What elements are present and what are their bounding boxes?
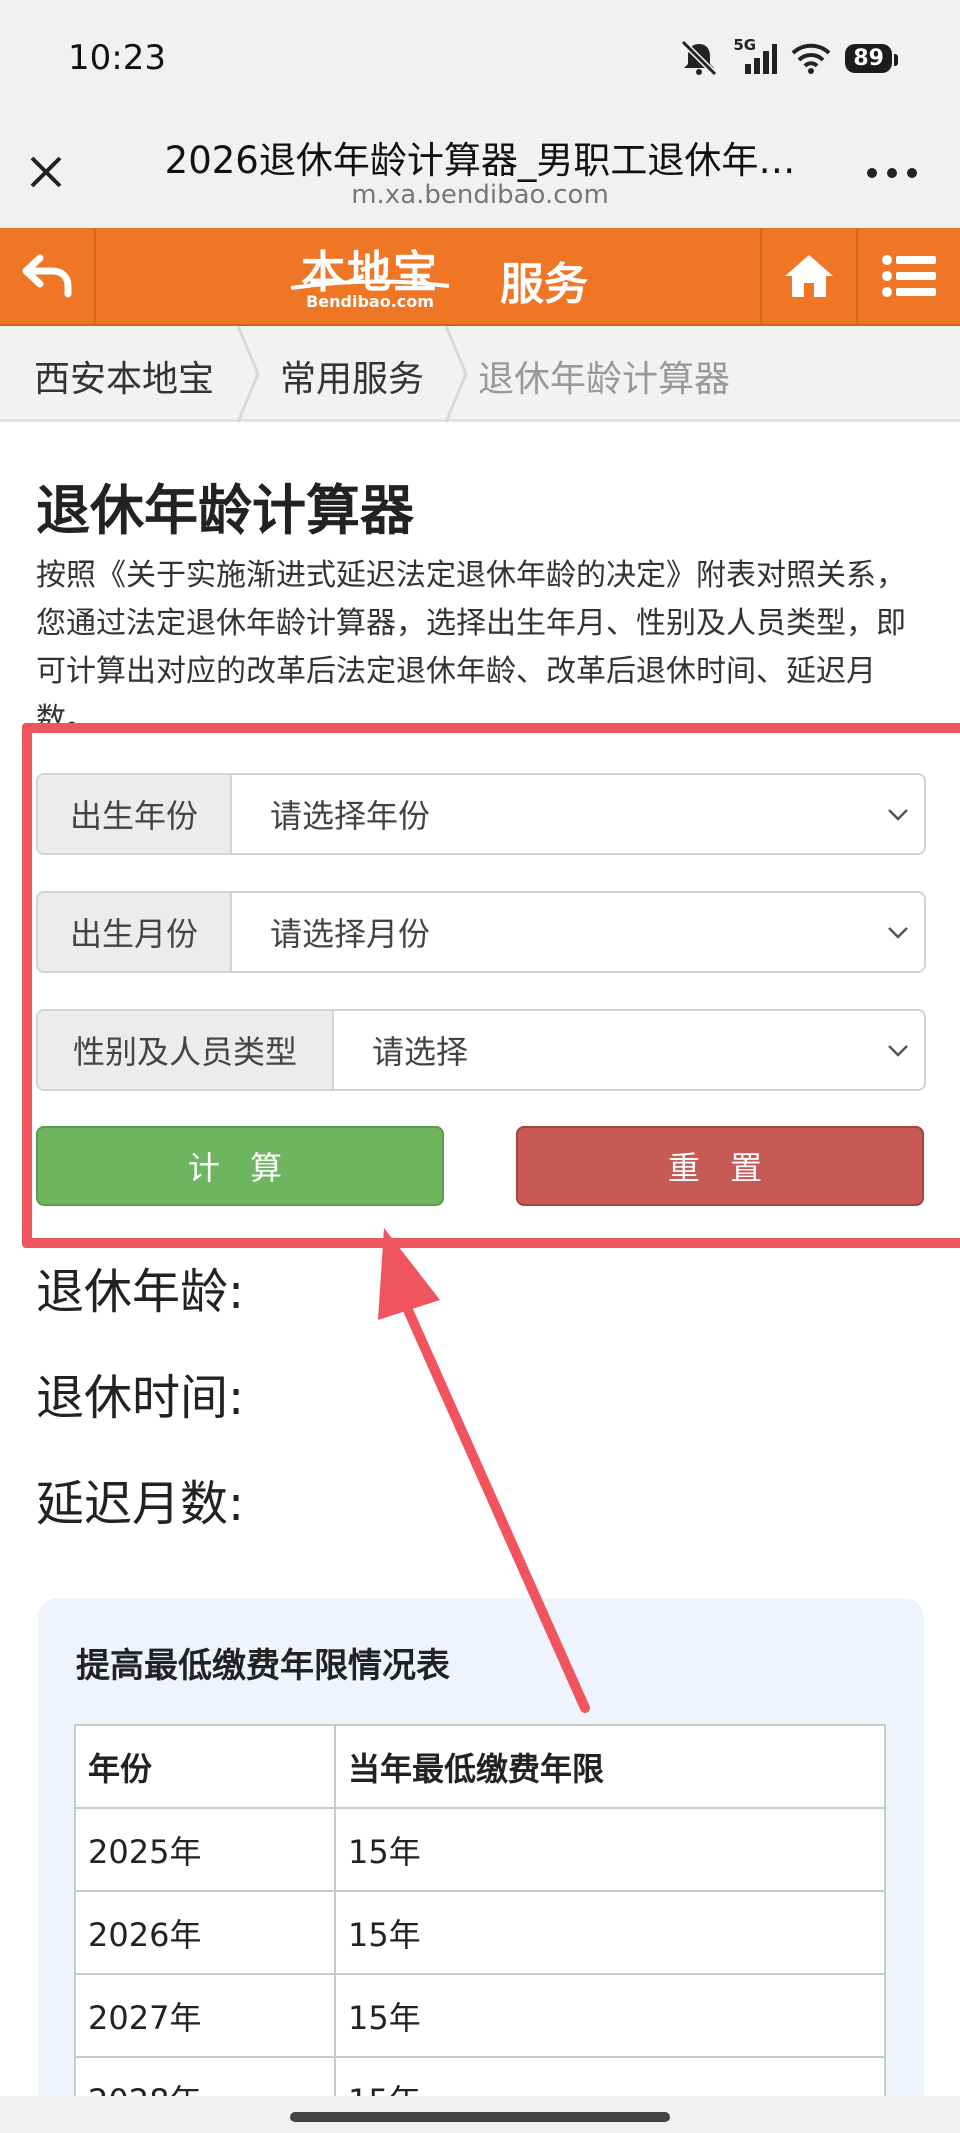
intro-text: 按照《关于实施渐进式延迟法定退休年龄的决定》附表对照关系，您通过法定退休年龄计算…: [36, 558, 906, 737]
breadcrumb-services[interactable]: 常用服务: [280, 350, 424, 402]
back-arrow-icon: [22, 254, 72, 298]
battery-icon: 89: [845, 43, 898, 73]
table-cell: 15年: [334, 1890, 886, 1975]
logo-subtext: Bendibao.com: [306, 292, 434, 311]
highlight-box: [22, 723, 960, 1248]
list-menu-icon: [882, 255, 936, 297]
signal-icon: 5G: [733, 36, 778, 76]
logo-swoosh: [290, 279, 450, 290]
breadcrumb-home[interactable]: 西安本地宝: [34, 350, 214, 402]
header-title: 服务: [500, 259, 588, 310]
menu-button[interactable]: [856, 228, 960, 324]
page-heading: 退休年龄计算器: [36, 479, 414, 542]
result-delay-months: 延迟月数:: [36, 1476, 245, 1532]
table-cell: 2025年: [74, 1807, 336, 1892]
home-pill[interactable]: [290, 2112, 670, 2122]
table-header-row: 年份 当年最低缴费年限: [74, 1724, 886, 1809]
status-time: 10:23: [68, 38, 166, 78]
table-cell: 15年: [334, 1807, 886, 1892]
page: 10:23 5G 89 2026退休年龄计算器_男职工退休年… m.xa.ben…: [0, 0, 960, 2133]
mute-icon: [681, 40, 718, 76]
table-cell: 15年: [334, 1973, 886, 2058]
site-logo[interactable]: 本地宝 Bendibao.com: [285, 236, 455, 316]
table-row: 2025年 15年: [74, 1807, 886, 1892]
table-row: 2026年 15年: [74, 1890, 886, 1975]
table-cell: 2027年: [74, 1973, 336, 2058]
card-title: 提高最低缴费年限情况表: [76, 1646, 450, 1686]
home-button[interactable]: [760, 228, 856, 324]
breadcrumb-separator-icon: [444, 326, 468, 422]
browser-bar: 2026退休年龄计算器_男职工退休年… m.xa.bendibao.com: [0, 118, 960, 228]
table-cell: 2026年: [74, 1890, 336, 1975]
result-retirement-time: 退休时间:: [36, 1370, 245, 1426]
result-retirement-age: 退休年龄:: [36, 1264, 245, 1320]
table-header: 年份: [74, 1724, 336, 1809]
breadcrumb-separator-icon: [236, 326, 260, 422]
min-contribution-card: 提高最低缴费年限情况表 年份 当年最低缴费年限 2025年 15年 2026年 …: [38, 1598, 924, 2133]
site-header: 本地宝 Bendibao.com 服务: [0, 228, 960, 326]
more-icon[interactable]: [864, 158, 920, 188]
min-contribution-table: 年份 当年最低缴费年限 2025年 15年 2026年 15年 2027年 15…: [74, 1724, 886, 2133]
status-icons: 5G 89: [679, 36, 898, 78]
breadcrumb: 西安本地宝 常用服务 退休年龄计算器: [0, 326, 960, 422]
breadcrumb-current: 退休年龄计算器: [478, 359, 731, 400]
status-bar: 10:23 5G 89: [0, 0, 960, 118]
close-icon[interactable]: [22, 148, 70, 196]
browser-page-title: 2026退休年龄计算器_男职工退休年…: [164, 139, 796, 182]
table-row: 2027年 15年: [74, 1973, 886, 2058]
gesture-bar: [0, 2096, 960, 2133]
wifi-icon: [791, 43, 831, 74]
browser-url[interactable]: m.xa.bendibao.com: [130, 180, 830, 210]
table-header: 当年最低缴费年限: [334, 1724, 886, 1809]
home-icon: [785, 255, 833, 297]
back-button[interactable]: [0, 228, 96, 324]
